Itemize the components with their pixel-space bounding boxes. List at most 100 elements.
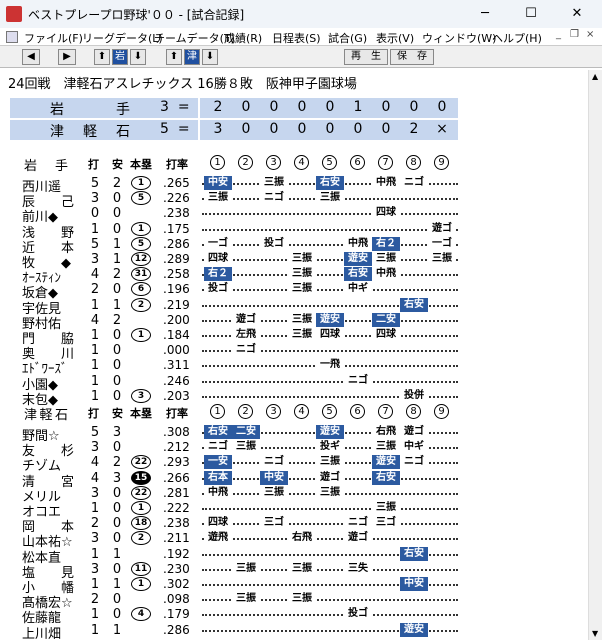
player-row[interactable]: 上川畑 1 1 .286 遊安	[0, 622, 590, 642]
hits: 1	[112, 297, 122, 313]
plate-appearance-7: 四球	[372, 328, 400, 342]
vertical-scrollbar[interactable]: ▲ ▼	[588, 70, 602, 640]
player-row[interactable]: ｵｰｽﾃｨﾝ 4 2 31.258 右２ 三振 右安 中飛	[0, 266, 590, 286]
replay-button[interactable]: 再 生	[344, 49, 388, 65]
player-row[interactable]: 坂倉◆ 2 0 6.196 投ゴ 三振 中ギ	[0, 281, 590, 301]
away-inning-4: 0	[297, 99, 307, 115]
player-row[interactable]: 岡 本 2 0 18.238 四球 三ゴ ニゴ 三ゴ	[0, 515, 590, 535]
plate-appearance-1: 遊飛	[204, 531, 232, 546]
player-row[interactable]: 小 幡 1 1 1.302 中安	[0, 576, 590, 596]
player-row[interactable]: 佐藤龍 1 0 4.179 投ゴ	[0, 606, 590, 626]
player-row[interactable]: 末包◆ 1 0 3.203 投併	[0, 388, 590, 408]
batting-average: .226	[163, 191, 190, 206]
menu-view[interactable]: 表示(V)	[376, 30, 414, 46]
player-row[interactable]: 塩 見 3 0 11.230 三振 三振 三失	[0, 561, 590, 581]
batting-average: .246	[163, 373, 190, 388]
player-row[interactable]: 清 宮 4 3 15.266 右本 中安 遊ゴ 右安	[0, 470, 590, 490]
player-row[interactable]: 浅 野 1 0 1.175 遊ゴ	[0, 221, 590, 241]
team2-select-button[interactable]: 津	[184, 49, 200, 65]
team2-up-button[interactable]: ⬆	[166, 49, 182, 65]
player-row[interactable]: チゾム 4 2 22.293 一安 ニゴ 三振 遊安 ニゴ	[0, 454, 590, 474]
menu-league[interactable]: リーグデータ(L)	[82, 30, 163, 46]
plate-appearance-3: 三振	[260, 176, 288, 190]
at-bats: 3	[90, 440, 100, 456]
team1-down-button[interactable]: ⬇	[130, 49, 146, 65]
save-button[interactable]: 保 存	[390, 49, 434, 65]
prev-game-button[interactable]: ◀	[22, 49, 40, 65]
player-row[interactable]: 近 本 5 1 5.286 一ゴ 投ゴ 中飛 右２ 一ゴ	[0, 236, 590, 256]
player-row[interactable]: 野間☆ 5 3.308 右安 二安 遊安 右飛 遊ゴ	[0, 424, 590, 444]
document-icon[interactable]	[6, 31, 18, 43]
window-title: ベストプレープロ野球'００ - [試合記録]	[28, 8, 245, 22]
inning-header-6: 6	[350, 155, 365, 170]
batting-average: .203	[163, 388, 190, 403]
close-button[interactable]: ✕	[554, 4, 600, 24]
menu-game[interactable]: 試合(G)	[328, 30, 367, 46]
menu-help[interactable]: ヘルプ(H)	[492, 30, 542, 46]
home-runs: 2	[131, 531, 151, 546]
plate-appearance-9: 遊ゴ	[428, 221, 456, 236]
hits: 0	[112, 373, 122, 389]
menu-window[interactable]: ウィンドウ(W)	[422, 30, 496, 46]
player-row[interactable]: 野村佑 4 2.200 遊ゴ 三振 遊安 二安	[0, 312, 590, 332]
team2-down-button[interactable]: ⬇	[202, 49, 218, 65]
player-row[interactable]: オコエ 1 0 1.222 三振	[0, 500, 590, 520]
player-row[interactable]: 奥 川 1 0.000 ニゴ	[0, 342, 590, 362]
maximize-button[interactable]: ☐	[508, 4, 554, 24]
home-runs: 31	[131, 267, 151, 282]
home-runs: 22	[131, 485, 151, 500]
team1-select-button[interactable]: 岩	[112, 49, 128, 65]
away-inning-7: 0	[381, 99, 391, 115]
hits: 0	[112, 221, 122, 237]
away-inning-8: 0	[409, 99, 419, 115]
hits: 0	[112, 206, 122, 222]
batting-average: .219	[163, 297, 190, 312]
player-row[interactable]: 小園◆ 1 0.246 ニゴ	[0, 373, 590, 393]
home-runs: 18	[131, 516, 151, 531]
hits: 0	[112, 592, 122, 608]
mdi-restore-icon[interactable]: ❐	[570, 29, 579, 40]
player-row[interactable]: 門 脇 1 0 1.184 左飛 三振 四球 四球	[0, 327, 590, 347]
team1-up-button[interactable]: ⬆	[94, 49, 110, 65]
home-runs: 1	[131, 501, 151, 515]
mdi-minimize-icon[interactable]: _	[556, 29, 561, 40]
plate-appearance-1: 四球	[204, 252, 232, 266]
player-row[interactable]: 髙橋宏☆ 2 0.098 三振 三振	[0, 591, 590, 611]
scroll-down-icon[interactable]: ▼	[592, 629, 598, 638]
plate-appearance-7: 三振	[372, 440, 400, 455]
minimize-button[interactable]: ─	[462, 4, 508, 24]
scoreboard-away-row: 岩手 3 = 2 0 0 0 0 1 0 0 0	[10, 98, 458, 118]
at-bats: 4	[90, 267, 100, 283]
player-row[interactable]: 松本直 1 1.192 右安	[0, 546, 590, 566]
mdi-close-icon[interactable]: ×	[586, 29, 594, 40]
player-row[interactable]: ｴﾄﾞﾜｰｽﾞ 1 0.311 一飛	[0, 357, 590, 377]
plate-appearance-2: 二安	[232, 425, 260, 439]
plate-appearance-5: 遊安	[316, 312, 344, 327]
plate-appearance-2: 三振	[232, 440, 260, 455]
player-row[interactable]: メリル 3 0 22.281 中飛 三振 三振	[0, 485, 590, 505]
batting-average: .238	[163, 516, 190, 531]
player-row[interactable]: 宇佐見 1 1 2.219 右安	[0, 297, 590, 317]
next-game-button[interactable]: ▶	[58, 49, 76, 65]
player-row[interactable]: 山本祐☆ 3 0 2.211 遊飛 右飛 遊ゴ	[0, 530, 590, 550]
player-row[interactable]: 友 杉 3 0.212 ニゴ 三振 投ギ 三振 中ギ	[0, 439, 590, 459]
hits: 2	[112, 312, 122, 328]
hits: 0	[112, 191, 122, 207]
menu-file[interactable]: ファイル(F)	[24, 30, 83, 46]
batting-average: .311	[163, 358, 190, 373]
at-bats: 0	[90, 206, 100, 222]
home-runs: 6	[131, 282, 151, 297]
player-row[interactable]: 西川遥 5 2 1.265 中安 三振 右安 中飛 ニゴ	[0, 175, 590, 195]
menu-team[interactable]: チームデータ(T)	[154, 30, 235, 46]
batting-average: .196	[163, 282, 190, 297]
player-row[interactable]: 前川◆ 0 0.238 四球	[0, 205, 590, 225]
player-row[interactable]: 辰 己 3 0 5.226 三振 ニゴ 三振	[0, 190, 590, 210]
menu-stats[interactable]: 成績(R)	[224, 30, 262, 46]
plate-appearance-4: 三振	[288, 328, 316, 342]
player-row[interactable]: 牧 ◆ 3 1 12.289 四球 三振 遊安 三振 三振	[0, 251, 590, 271]
menu-schedule[interactable]: 日程表(S)	[272, 30, 321, 46]
at-bats: 2	[90, 282, 100, 298]
dotted-leader	[202, 508, 458, 510]
at-bats: 1	[90, 328, 100, 343]
scroll-up-icon[interactable]: ▲	[592, 72, 598, 81]
